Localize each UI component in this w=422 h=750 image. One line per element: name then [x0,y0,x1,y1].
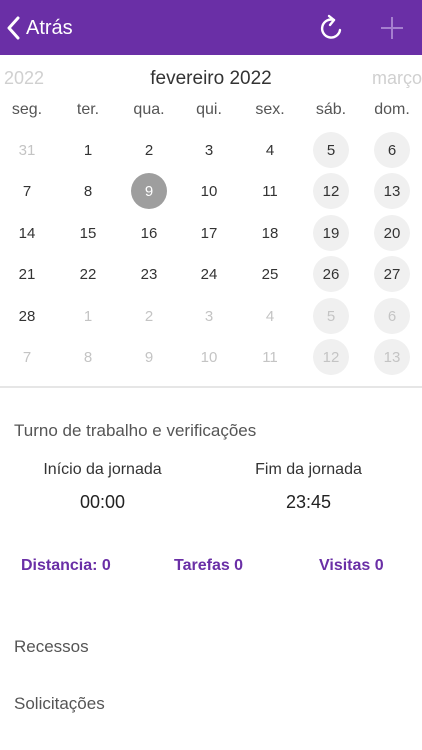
calendar-day[interactable]: 21 [9,256,45,292]
calendar-day[interactable]: 1 [70,298,106,334]
calendar-day[interactable]: 3 [191,298,227,334]
month-navigation: 2022 fevereiro 2022 março [0,66,422,94]
calendar-day[interactable]: 18 [252,215,288,251]
calendar-day[interactable]: 7 [9,173,45,209]
weekday-label: sáb. [315,101,347,118]
calendar-day[interactable]: 11 [252,339,288,375]
calendar-day[interactable]: 22 [70,256,106,292]
calendar-day[interactable]: 10 [191,339,227,375]
distance-link[interactable]: Distancia: 0 [21,557,111,575]
calendar-day[interactable]: 26 [313,256,349,292]
selected-day[interactable]: 9 [131,173,167,209]
tasks-link[interactable]: Tarefas 0 [174,557,243,575]
weekday-label: qua. [133,101,165,118]
weekday-header: seg. ter. qua. qui. sex. sáb. dom. [0,101,422,127]
shift-section-title: Turno de trabalho e verificações [14,421,257,440]
calendar-day[interactable]: 13 [374,173,410,209]
calendar-day[interactable]: 13 [374,339,410,375]
breaks-section[interactable]: Recessos [14,637,89,657]
weekday-label: qui. [196,101,222,118]
calendar-day[interactable]: 28 [9,298,45,334]
calendar-day[interactable]: 10 [191,173,227,209]
calendar-day[interactable]: 11 [252,173,288,209]
shift-end-label: Fim da jornada [255,461,362,478]
calendar-day[interactable]: 5 [313,132,349,168]
weekday-label: seg. [11,101,43,118]
calendar-day[interactable]: 19 [313,215,349,251]
calendar-day[interactable]: 12 [313,173,349,209]
current-month-title: fevereiro 2022 [150,68,272,89]
plus-icon[interactable] [378,13,406,43]
shift-start-label: Início da jornada [43,461,162,478]
calendar-day[interactable]: 2 [131,132,167,168]
divider [0,386,422,388]
calendar-day[interactable]: 20 [374,215,410,251]
weekday-label: sex. [255,101,285,118]
calendar-day[interactable]: 8 [70,339,106,375]
calendar-day[interactable]: 27 [374,256,410,292]
weekday-label: ter. [76,101,100,118]
calendar-day[interactable]: 6 [374,132,410,168]
calendar-day[interactable]: 16 [131,215,167,251]
calendar-day[interactable]: 24 [191,256,227,292]
chevron-left-icon [6,16,20,40]
calendar-day[interactable]: 1 [70,132,106,168]
calendar-day[interactable]: 6 [374,298,410,334]
calendar-day[interactable]: 8 [70,173,106,209]
next-month[interactable]: março [372,68,422,89]
calendar-day[interactable]: 14 [9,215,45,251]
calendar-day[interactable]: 15 [70,215,106,251]
back-button[interactable]: Atrás [6,10,73,46]
calendar-day[interactable]: 31 [9,132,45,168]
requests-section[interactable]: Solicitações [14,694,105,714]
visits-link[interactable]: Visitas 0 [319,557,384,575]
top-bar: Atrás [0,0,422,55]
calendar-day[interactable]: 9 [131,339,167,375]
calendar-day[interactable]: 5 [313,298,349,334]
back-label: Atrás [26,16,73,39]
calendar-day[interactable]: 23 [131,256,167,292]
weekday-label: dom. [374,101,410,118]
shift-end-value: 23:45 [285,492,332,512]
calendar-day[interactable]: 7 [9,339,45,375]
calendar-day[interactable]: 4 [252,132,288,168]
shift-start-value: 00:00 [79,492,126,512]
calendar-day[interactable]: 4 [252,298,288,334]
refresh-icon[interactable] [318,13,346,43]
calendar-day[interactable]: 12 [313,339,349,375]
calendar-day[interactable]: 25 [252,256,288,292]
calendar-day[interactable]: 3 [191,132,227,168]
calendar-day[interactable]: 17 [191,215,227,251]
calendar-day[interactable]: 2 [131,298,167,334]
